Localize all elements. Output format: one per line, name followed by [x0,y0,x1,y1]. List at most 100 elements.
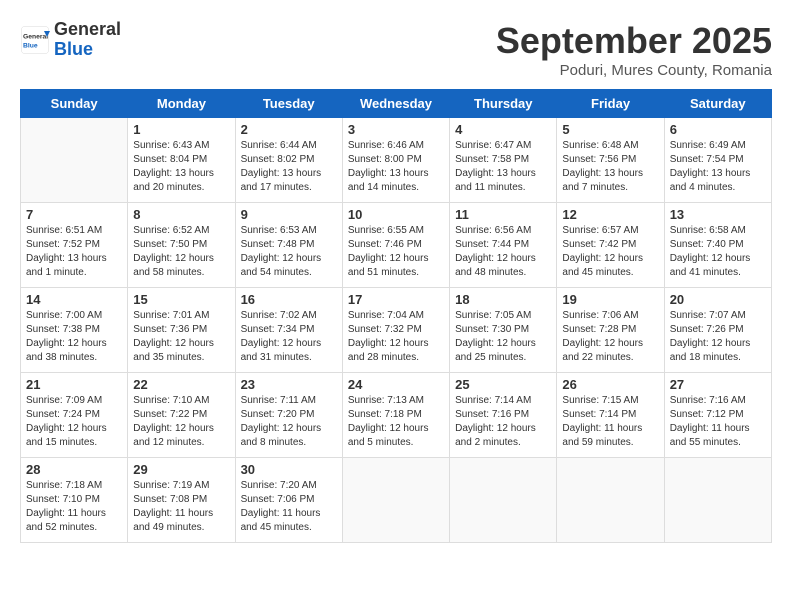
day-info: Sunrise: 7:07 AM Sunset: 7:26 PM Dayligh… [670,309,766,365]
day-info: Sunrise: 6:57 AM Sunset: 7:42 PM Dayligh… [562,224,658,280]
day-number: 13 [670,207,766,222]
day-info: Sunrise: 6:46 AM Sunset: 8:00 PM Dayligh… [348,139,444,195]
day-number: 8 [133,207,229,222]
calendar-cell: 2 Sunrise: 6:44 AM Sunset: 8:02 PM Daylig… [235,118,342,203]
calendar-cell: 10 Sunrise: 6:55 AM Sunset: 7:46 PM Dayli… [342,203,449,288]
day-info: Sunrise: 6:53 AM Sunset: 7:48 PM Dayligh… [241,224,337,280]
calendar-cell: 26Sunrise: 7:15 AM Sunset: 7:14 PM Dayli… [557,373,664,458]
day-number: 1 [133,122,229,137]
day-info: Sunrise: 7:19 AM Sunset: 7:08 PM Dayligh… [133,479,229,535]
calendar-cell: 9 Sunrise: 6:53 AM Sunset: 7:48 PM Daylig… [235,203,342,288]
logo-text: General Blue [54,20,121,60]
calendar-cell [664,458,771,543]
day-number: 5 [562,122,658,137]
calendar-cell: 14 Sunrise: 7:00 AM Sunset: 7:38 PM Dayli… [21,288,128,373]
day-number: 19 [562,292,658,307]
day-number: 12 [562,207,658,222]
calendar-cell: 18Sunrise: 7:05 AM Sunset: 7:30 PM Dayli… [450,288,557,373]
svg-text:Blue: Blue [23,42,38,49]
calendar-cell: 22Sunrise: 7:10 AM Sunset: 7:22 PM Dayli… [128,373,235,458]
day-header-tuesday: Tuesday [235,90,342,118]
day-header-sunday: Sunday [21,90,128,118]
day-number: 9 [241,207,337,222]
calendar-cell: 21Sunrise: 7:09 AM Sunset: 7:24 PM Dayli… [21,373,128,458]
day-info: Sunrise: 7:04 AM Sunset: 7:32 PM Dayligh… [348,309,444,365]
day-header-thursday: Thursday [450,90,557,118]
day-number: 22 [133,377,229,392]
day-number: 15 [133,292,229,307]
day-number: 27 [670,377,766,392]
day-number: 3 [348,122,444,137]
calendar-cell: 20 Sunrise: 7:07 AM Sunset: 7:26 PM Dayli… [664,288,771,373]
day-info: Sunrise: 6:52 AM Sunset: 7:50 PM Dayligh… [133,224,229,280]
calendar-cell: 23 Sunrise: 7:11 AM Sunset: 7:20 PM Dayli… [235,373,342,458]
calendar-week-5: 28Sunrise: 7:18 AM Sunset: 7:10 PM Dayli… [21,458,772,543]
location: Poduri, Mures County, Romania [496,62,772,79]
calendar-cell: 24 Sunrise: 7:13 AM Sunset: 7:18 PM Dayli… [342,373,449,458]
day-info: Sunrise: 6:58 AM Sunset: 7:40 PM Dayligh… [670,224,766,280]
calendar-cell [557,458,664,543]
calendar-cell [342,458,449,543]
day-number: 16 [241,292,337,307]
calendar-cell: 19Sunrise: 7:06 AM Sunset: 7:28 PM Dayli… [557,288,664,373]
day-info: Sunrise: 6:48 AM Sunset: 7:56 PM Dayligh… [562,139,658,195]
day-info: Sunrise: 7:18 AM Sunset: 7:10 PM Dayligh… [26,479,122,535]
calendar-cell: 11Sunrise: 6:56 AM Sunset: 7:44 PM Dayli… [450,203,557,288]
day-info: Sunrise: 6:55 AM Sunset: 7:46 PM Dayligh… [348,224,444,280]
calendar-week-4: 21Sunrise: 7:09 AM Sunset: 7:24 PM Dayli… [21,373,772,458]
calendar-week-3: 14 Sunrise: 7:00 AM Sunset: 7:38 PM Dayli… [21,288,772,373]
day-number: 2 [241,122,337,137]
calendar-cell: 16Sunrise: 7:02 AM Sunset: 7:34 PM Dayli… [235,288,342,373]
day-header-friday: Friday [557,90,664,118]
calendar-cell: 5 Sunrise: 6:48 AM Sunset: 7:56 PM Daylig… [557,118,664,203]
day-info: Sunrise: 7:00 AM Sunset: 7:38 PM Dayligh… [26,309,122,365]
calendar-cell: 7 Sunrise: 6:51 AM Sunset: 7:52 PM Daylig… [21,203,128,288]
day-number: 10 [348,207,444,222]
day-number: 24 [348,377,444,392]
day-number: 4 [455,122,551,137]
day-number: 6 [670,122,766,137]
day-info: Sunrise: 7:15 AM Sunset: 7:14 PM Dayligh… [562,394,658,450]
calendar-cell: 3 Sunrise: 6:46 AM Sunset: 8:00 PM Daylig… [342,118,449,203]
logo-blue: Blue [54,40,121,60]
day-info: Sunrise: 7:01 AM Sunset: 7:36 PM Dayligh… [133,309,229,365]
day-info: Sunrise: 6:44 AM Sunset: 8:02 PM Dayligh… [241,139,337,195]
calendar-cell: 28Sunrise: 7:18 AM Sunset: 7:10 PM Dayli… [21,458,128,543]
logo-general: General [54,20,121,40]
day-info: Sunrise: 7:11 AM Sunset: 7:20 PM Dayligh… [241,394,337,450]
day-number: 20 [670,292,766,307]
page-header: General Blue General Blue September 2025… [20,20,772,79]
day-number: 23 [241,377,337,392]
day-header-monday: Monday [128,90,235,118]
day-number: 30 [241,462,337,477]
day-number: 25 [455,377,551,392]
day-info: Sunrise: 6:51 AM Sunset: 7:52 PM Dayligh… [26,224,122,280]
calendar-cell: 15 Sunrise: 7:01 AM Sunset: 7:36 PM Dayli… [128,288,235,373]
logo-icon: General Blue [20,25,50,55]
logo: General Blue General Blue [20,20,121,60]
day-info: Sunrise: 7:14 AM Sunset: 7:16 PM Dayligh… [455,394,551,450]
day-info: Sunrise: 6:49 AM Sunset: 7:54 PM Dayligh… [670,139,766,195]
calendar-week-1: 1Sunrise: 6:43 AM Sunset: 8:04 PM Daylig… [21,118,772,203]
day-number: 29 [133,462,229,477]
calendar-cell [21,118,128,203]
day-number: 17 [348,292,444,307]
calendar-cell [450,458,557,543]
day-number: 11 [455,207,551,222]
day-number: 14 [26,292,122,307]
calendar-cell: 1Sunrise: 6:43 AM Sunset: 8:04 PM Daylig… [128,118,235,203]
calendar-cell: 25 Sunrise: 7:14 AM Sunset: 7:16 PM Dayli… [450,373,557,458]
calendar-cell: 12 Sunrise: 6:57 AM Sunset: 7:42 PM Dayli… [557,203,664,288]
calendar-week-2: 7 Sunrise: 6:51 AM Sunset: 7:52 PM Daylig… [21,203,772,288]
day-info: Sunrise: 7:13 AM Sunset: 7:18 PM Dayligh… [348,394,444,450]
month-title: September 2025 [496,20,772,62]
day-info: Sunrise: 6:47 AM Sunset: 7:58 PM Dayligh… [455,139,551,195]
day-info: Sunrise: 7:16 AM Sunset: 7:12 PM Dayligh… [670,394,766,450]
day-header-wednesday: Wednesday [342,90,449,118]
calendar-cell: 17 Sunrise: 7:04 AM Sunset: 7:32 PM Dayli… [342,288,449,373]
day-number: 7 [26,207,122,222]
calendar-cell: 27 Sunrise: 7:16 AM Sunset: 7:12 PM Dayli… [664,373,771,458]
svg-text:General: General [23,33,48,40]
day-header-saturday: Saturday [664,90,771,118]
day-info: Sunrise: 7:09 AM Sunset: 7:24 PM Dayligh… [26,394,122,450]
